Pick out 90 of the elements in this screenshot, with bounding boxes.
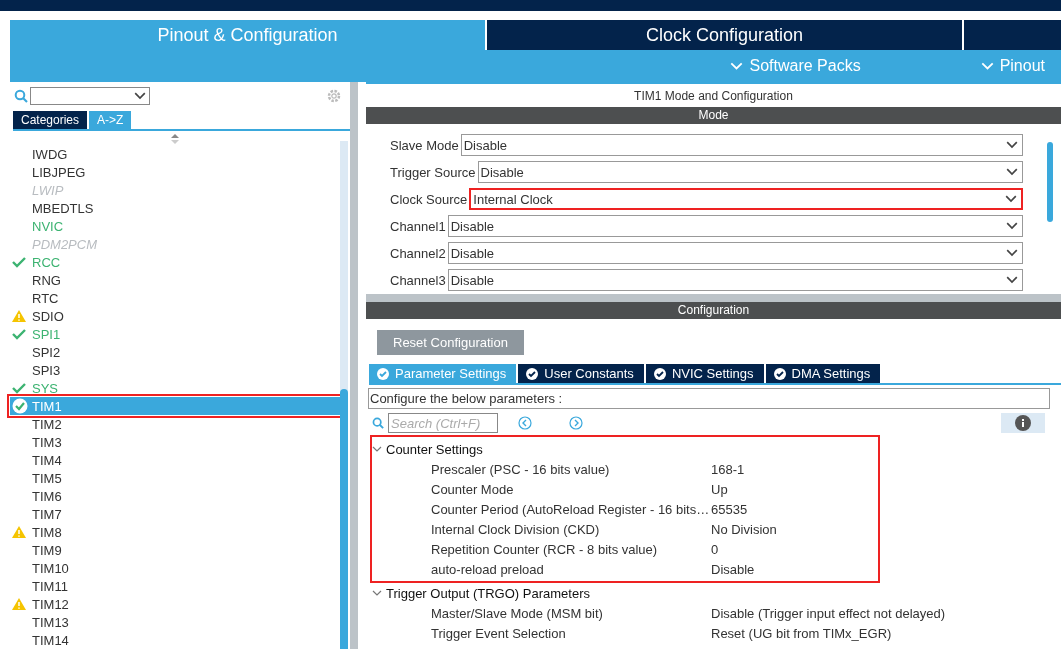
- panel-title: TIM1 Mode and Configuration: [633, 88, 794, 105]
- parameter-name: Internal Clock Division (CKD): [431, 521, 601, 537]
- parameter-name: Repetition Counter (RCR - 8 bits value): [431, 541, 659, 557]
- peripheral-item[interactable]: TIM9: [10, 541, 340, 559]
- parameter-name: auto-reload preload: [431, 561, 545, 577]
- chevron-down-icon: [1006, 222, 1018, 230]
- chevron-down-icon: [1006, 141, 1018, 149]
- chevron-down-icon: [1005, 195, 1017, 203]
- peripheral-item[interactable]: TIM8: [10, 523, 340, 541]
- info-button[interactable]: [1001, 413, 1045, 433]
- hint-text: Configure the below parameters :: [368, 388, 1050, 409]
- check-icon: [12, 382, 26, 394]
- peripheral-item[interactable]: TIM12: [10, 595, 340, 613]
- field-label: Channel3: [390, 272, 446, 288]
- sort-icon[interactable]: [171, 134, 179, 144]
- peripheral-item[interactable]: MBEDTLS: [10, 199, 340, 217]
- chevron-down-icon: [1006, 168, 1018, 176]
- peripheral-item[interactable]: SDIO: [10, 307, 340, 325]
- parameter-value[interactable]: Up: [711, 481, 878, 497]
- field-label: Channel2: [390, 245, 446, 261]
- check-circle-icon: [773, 367, 786, 380]
- peripheral-item[interactable]: TIM14: [10, 631, 340, 649]
- peripheral-item[interactable]: TIM5: [10, 469, 340, 487]
- chevron-down-icon: [134, 92, 146, 100]
- peripheral-item[interactable]: SPI2: [10, 343, 340, 361]
- parameter-name: Prescaler (PSC - 16 bits value): [431, 461, 611, 477]
- peripheral-item[interactable]: TIM4: [10, 451, 340, 469]
- chevron-icon[interactable]: [372, 588, 382, 598]
- peripheral-item[interactable]: IWDG: [10, 145, 340, 163]
- group-title[interactable]: Trigger Output (TRGO) Parameters: [386, 585, 590, 601]
- dropdown-field[interactable]: Disable: [447, 269, 1023, 291]
- peripheral-item[interactable]: TIM7: [10, 505, 340, 523]
- peripheral-item[interactable]: RNG: [10, 271, 340, 289]
- chevron-down-icon: [1006, 276, 1018, 284]
- check-circle-icon: [526, 367, 539, 380]
- dropdown-field[interactable]: Disable: [447, 242, 1023, 264]
- search-field[interactable]: Search (Ctrl+F): [388, 413, 498, 433]
- check-circle-icon: [377, 367, 389, 380]
- check-circle-icon: [12, 398, 28, 414]
- section-header: Configuration: [366, 302, 1061, 319]
- chevron-down-icon: [730, 62, 744, 70]
- field-label: Clock Source: [390, 191, 468, 207]
- chevron-down-icon: [980, 62, 994, 70]
- parameter-name: Trigger Event Selection: [431, 625, 567, 641]
- parameter-value[interactable]: Disable: [711, 561, 878, 577]
- dropdown-field[interactable]: Disable: [477, 161, 1023, 183]
- peripheral-item[interactable]: LIBJPEG: [10, 163, 340, 181]
- main-tab[interactable]: Clock Configuration: [487, 20, 962, 50]
- field-label: Slave Mode: [390, 137, 459, 153]
- peripheral-item[interactable]: TIM3: [10, 433, 340, 451]
- group-title[interactable]: Counter Settings: [386, 441, 483, 457]
- previous-icon[interactable]: [518, 416, 532, 430]
- dropdown-field[interactable]: Disable: [447, 215, 1023, 237]
- parameter-value[interactable]: No Division: [711, 521, 878, 537]
- chevron-icon[interactable]: [372, 444, 382, 454]
- next-icon[interactable]: [569, 416, 583, 430]
- parameter-value[interactable]: 65535: [711, 501, 878, 517]
- settings-tab[interactable]: DMA Settings: [765, 364, 881, 383]
- search-icon: [372, 417, 384, 429]
- parameter-value[interactable]: Disable (Trigger input effect not delayed): [711, 605, 946, 621]
- check-icon: [12, 328, 26, 340]
- parameter-name: Master/Slave Mode (MSM bit): [431, 605, 604, 621]
- peripheral-item[interactable]: SPI3: [10, 361, 340, 379]
- check-icon: [12, 256, 26, 268]
- check-circle-icon: [653, 367, 666, 380]
- search-combo[interactable]: [30, 87, 150, 105]
- section-header: Mode: [366, 107, 1061, 124]
- peripheral-item[interactable]: TIM2: [10, 415, 340, 433]
- parameter-value[interactable]: 168-1: [711, 461, 878, 477]
- parameter-name: Counter Mode: [431, 481, 515, 497]
- parameter-name: Counter Period (AutoReload Register - 16 bits…: [431, 501, 711, 517]
- field-label: Channel1: [390, 218, 446, 234]
- search-icon: [14, 89, 28, 103]
- chevron-down-icon: [1006, 249, 1018, 257]
- peripheral-item[interactable]: TIM13: [10, 613, 340, 631]
- parameter-value[interactable]: 0: [711, 541, 878, 557]
- peripheral-item[interactable]: RTC: [10, 289, 340, 307]
- settings-tab[interactable]: NVIC Settings: [645, 364, 764, 383]
- dropdown-field[interactable]: Disable: [460, 134, 1023, 156]
- scrollbar[interactable]: [340, 141, 348, 649]
- info-icon: [1015, 415, 1031, 431]
- peripheral-item[interactable]: TIM6: [10, 487, 340, 505]
- dropdown-field[interactable]: Internal Clock: [469, 188, 1023, 210]
- view-tab[interactable]: Categories: [13, 111, 88, 129]
- peripheral-item[interactable]: TIM11: [10, 577, 340, 595]
- field-label: Trigger Source: [390, 164, 476, 180]
- parameter-value[interactable]: Reset (UG bit from TIMx_EGR): [711, 625, 892, 641]
- settings-tab[interactable]: User Constants: [518, 364, 644, 383]
- peripheral-item[interactable]: TIM10: [10, 559, 340, 577]
- gear-icon[interactable]: [326, 88, 342, 104]
